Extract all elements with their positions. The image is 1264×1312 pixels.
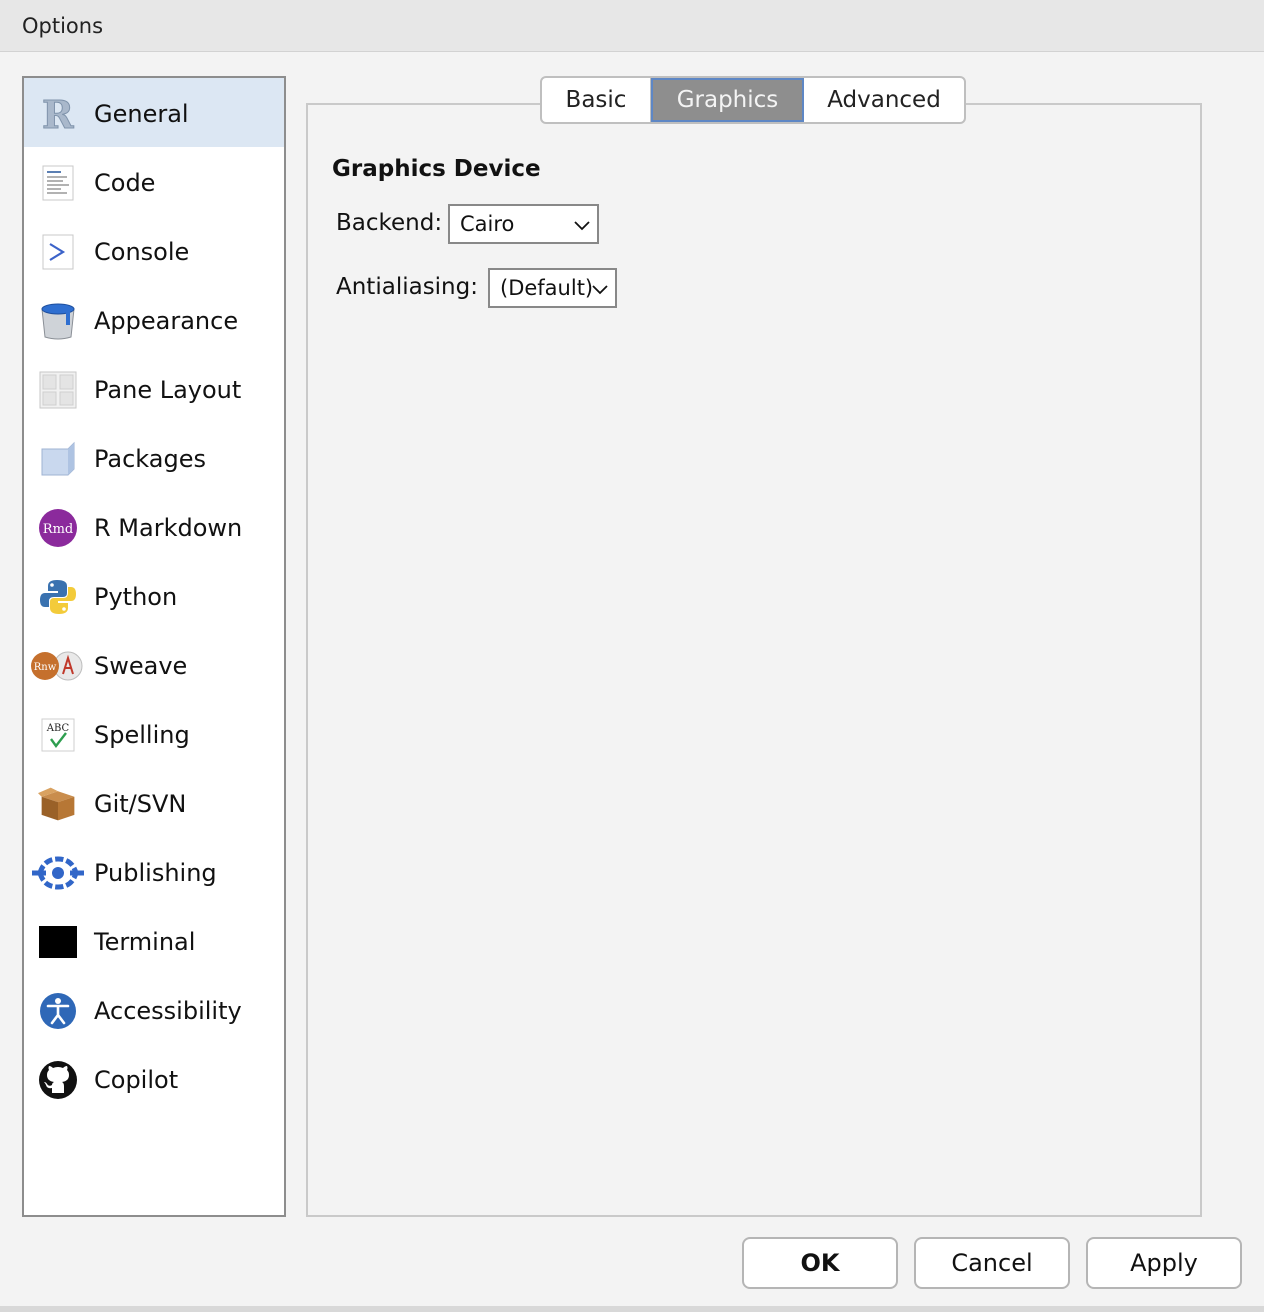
- sidebar-item-label: Pane Layout: [94, 376, 242, 404]
- options-sidebar: R General Code Console Appearance Pane L…: [22, 76, 286, 1217]
- section-title: Graphics Device: [332, 156, 541, 182]
- sidebar-item-appearance[interactable]: Appearance: [24, 285, 284, 354]
- console-prompt-icon: [38, 232, 78, 272]
- sidebar-item-git-svn[interactable]: Git/SVN: [24, 768, 284, 837]
- tab-graphics[interactable]: Graphics: [651, 78, 804, 122]
- sidebar-item-publishing[interactable]: Publishing: [24, 837, 284, 906]
- paint-bucket-icon: [38, 301, 78, 341]
- svg-text:R: R: [42, 95, 74, 133]
- sidebar-item-pane-layout[interactable]: Pane Layout: [24, 354, 284, 423]
- antialiasing-value: (Default): [500, 276, 594, 300]
- sweave-icon: Rnw: [30, 646, 84, 686]
- sidebar-item-label: Accessibility: [94, 997, 242, 1025]
- antialiasing-label: Antialiasing:: [336, 274, 478, 300]
- accessibility-icon: [38, 991, 78, 1031]
- backend-select[interactable]: Cairo: [448, 204, 599, 244]
- sidebar-item-code[interactable]: Code: [24, 147, 284, 216]
- apply-button[interactable]: Apply: [1086, 1237, 1242, 1289]
- title-bar: Options: [0, 0, 1264, 52]
- svg-text:Rnw: Rnw: [34, 662, 57, 673]
- sidebar-item-terminal[interactable]: Terminal: [24, 906, 284, 975]
- sidebar-item-label: Console: [94, 238, 190, 266]
- window-bottom-edge: [0, 1306, 1264, 1312]
- chevron-down-icon: [574, 221, 590, 231]
- svg-text:ABC: ABC: [46, 723, 70, 734]
- sidebar-item-copilot[interactable]: Copilot: [24, 1044, 284, 1113]
- backend-label: Backend:: [336, 210, 443, 236]
- sidebar-item-label: Spelling: [94, 721, 190, 749]
- sidebar-item-label: Git/SVN: [94, 790, 187, 818]
- sidebar-item-label: R Markdown: [94, 514, 243, 542]
- spelling-check-icon: ABC: [38, 715, 78, 755]
- sidebar-item-r-markdown[interactable]: Rmd R Markdown: [24, 492, 284, 561]
- git-box-icon: [38, 784, 78, 824]
- sidebar-item-accessibility[interactable]: Accessibility: [24, 975, 284, 1044]
- sidebar-item-label: Packages: [94, 445, 206, 473]
- graphics-panel: [306, 103, 1202, 1217]
- sidebar-item-label: Sweave: [94, 652, 188, 680]
- sidebar-item-label: Appearance: [94, 307, 239, 335]
- chevron-down-icon: [592, 285, 608, 295]
- sidebar-item-label: Publishing: [94, 859, 217, 887]
- python-icon: [38, 577, 78, 617]
- sidebar-item-label: Copilot: [94, 1066, 179, 1094]
- package-box-icon: [38, 439, 78, 479]
- code-document-icon: [38, 163, 78, 203]
- pane-grid-icon: [38, 370, 78, 410]
- tab-bar: Basic Graphics Advanced: [540, 76, 966, 124]
- tab-basic[interactable]: Basic: [542, 78, 651, 122]
- r-logo-icon: R: [38, 94, 78, 134]
- window-title: Options: [22, 14, 104, 38]
- sidebar-item-packages[interactable]: Packages: [24, 423, 284, 492]
- sidebar-item-label: Python: [94, 583, 178, 611]
- antialiasing-select[interactable]: (Default): [488, 268, 617, 308]
- sidebar-item-spelling[interactable]: ABC Spelling: [24, 699, 284, 768]
- sidebar-item-python[interactable]: Python: [24, 561, 284, 630]
- sidebar-item-general[interactable]: R General: [24, 78, 284, 147]
- sidebar-item-label: Code: [94, 169, 156, 197]
- cancel-button[interactable]: Cancel: [914, 1237, 1070, 1289]
- sidebar-item-console[interactable]: Console: [24, 216, 284, 285]
- backend-value: Cairo: [460, 212, 515, 236]
- terminal-icon: [38, 922, 78, 962]
- rmd-icon: Rmd: [38, 508, 78, 548]
- tab-advanced[interactable]: Advanced: [804, 78, 964, 122]
- sidebar-item-label: General: [94, 100, 189, 128]
- github-icon: [38, 1060, 78, 1100]
- sidebar-item-sweave[interactable]: Rnw Sweave: [24, 630, 284, 699]
- sidebar-item-label: Terminal: [94, 928, 196, 956]
- ok-button[interactable]: OK: [742, 1237, 898, 1289]
- publishing-icon: [32, 853, 84, 893]
- svg-text:Rmd: Rmd: [43, 522, 73, 537]
